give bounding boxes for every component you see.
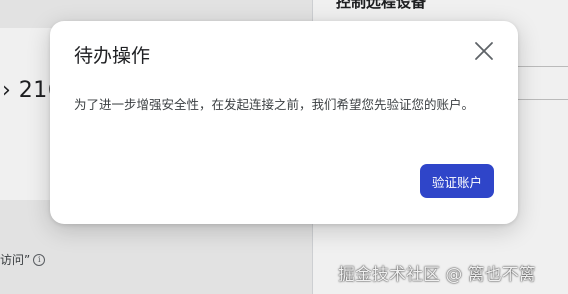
dialog-title: 待办操作 — [74, 45, 151, 67]
dialog-message: 为了进一步增强安全性，在发起连接之前，我们希望您先验证您的账户。 — [74, 97, 475, 112]
pending-action-dialog: 待办操作 为了进一步增强安全性，在发起连接之前，我们希望您先验证您的账户。 验证… — [50, 21, 518, 224]
close-icon — [475, 42, 493, 60]
verify-account-button[interactable]: 验证账户 — [420, 164, 494, 198]
close-button[interactable] — [472, 39, 496, 63]
